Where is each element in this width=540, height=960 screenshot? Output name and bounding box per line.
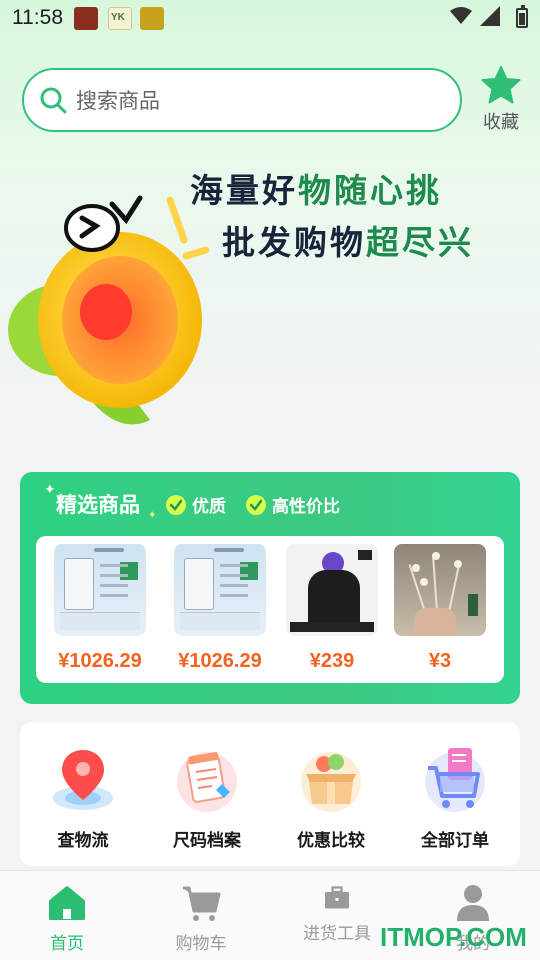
banner-highlight-text: 物随心挑: [298, 171, 442, 210]
home-icon: [49, 886, 85, 920]
product-image: [394, 544, 486, 636]
product-card[interactable]: ¥1026.29: [52, 544, 148, 673]
cart-icon: [183, 886, 221, 921]
nav-label: 购物车: [175, 934, 227, 954]
favorites-label: 收藏: [483, 112, 519, 133]
product-price: ¥1026.29: [178, 650, 262, 672]
cellular-signal-icon: [480, 6, 500, 26]
check-circle-icon: [246, 494, 266, 515]
product-list: ¥1026.29 ¥1026.29 ¥239 ¥3: [36, 536, 504, 683]
action-label: 全部订单: [421, 831, 489, 851]
search-bar[interactable]: 搜索商品: [22, 68, 462, 132]
action-label: 尺码档案: [173, 831, 241, 851]
search-icon: [40, 87, 67, 114]
favorites-button[interactable]: 收藏: [478, 66, 524, 134]
watermark-text: ITMOP.COM: [380, 922, 527, 952]
nav-label: 进货工具: [303, 924, 371, 944]
megaphone-mascot-illustration: [8, 195, 210, 425]
action-label: 查物流: [57, 831, 109, 851]
action-label: 优惠比较: [297, 831, 365, 851]
user-icon: [457, 885, 489, 921]
quick-actions-panel: 查物流 尺码档案 优惠比较 全部订单: [20, 722, 520, 866]
product-price: ¥239: [309, 650, 355, 672]
product-image: [286, 544, 378, 636]
feature-tag-label: 高性价比: [272, 497, 340, 517]
nav-label: 首页: [50, 934, 84, 954]
product-price: ¥1026.29: [58, 650, 142, 672]
product-image: [174, 544, 266, 636]
action-size-records[interactable]: 尺码档案: [152, 744, 262, 851]
feature-tag: 优质: [166, 492, 226, 517]
product-card[interactable]: ¥239: [284, 544, 380, 673]
feature-tag: 高性价比: [246, 492, 340, 517]
featured-title: 精选商品: [56, 493, 140, 517]
notepad-icon: [177, 751, 237, 812]
nav-tab-purchase-tools[interactable]: 进货工具: [292, 883, 382, 944]
app-notification-icon: [140, 7, 164, 30]
product-price: ¥3: [428, 650, 452, 672]
nav-tab-home[interactable]: 首页: [22, 883, 112, 954]
app-notification-icon: [74, 7, 98, 30]
search-placeholder: 搜索商品: [76, 89, 160, 113]
action-deal-compare[interactable]: 优惠比较: [276, 744, 386, 851]
product-image: [54, 544, 146, 636]
system-icons: [450, 5, 528, 28]
gift-box-icon: [301, 752, 361, 812]
feature-tag-label: 优质: [192, 497, 226, 517]
toolbox-icon: [325, 886, 349, 909]
status-time: 11:58: [12, 6, 63, 29]
yk-app-notification-icon: [108, 7, 132, 30]
featured-products-section: ✦ ✦ 精选商品 优质 高性价比 ¥1026.29 ¥1026.29 ¥239 …: [20, 472, 520, 704]
product-card[interactable]: ¥1026.29: [172, 544, 268, 673]
battery-icon: [516, 5, 528, 28]
nav-tab-cart[interactable]: 购物车: [156, 883, 246, 954]
status-bar: 11:58: [0, 0, 540, 36]
sparkle-icon: ✦: [44, 482, 56, 498]
banner-headline-1: 海量好物随心挑: [190, 164, 442, 212]
banner-highlight-text: 超尽兴: [366, 223, 474, 262]
location-pin-icon: [53, 750, 113, 810]
action-all-orders[interactable]: 全部订单: [400, 744, 510, 851]
sparkle-icon: ✦: [148, 510, 157, 521]
banner-headline-2: 批发购物超尽兴: [222, 216, 474, 264]
banner-text: 批发购物: [222, 223, 366, 262]
wifi-icon: [450, 7, 472, 24]
product-card[interactable]: ¥3: [392, 544, 488, 673]
star-icon: [481, 66, 521, 104]
check-circle-icon: [166, 494, 186, 515]
shopping-cart-orders-icon: [425, 748, 485, 812]
action-track-logistics[interactable]: 查物流: [28, 744, 138, 851]
